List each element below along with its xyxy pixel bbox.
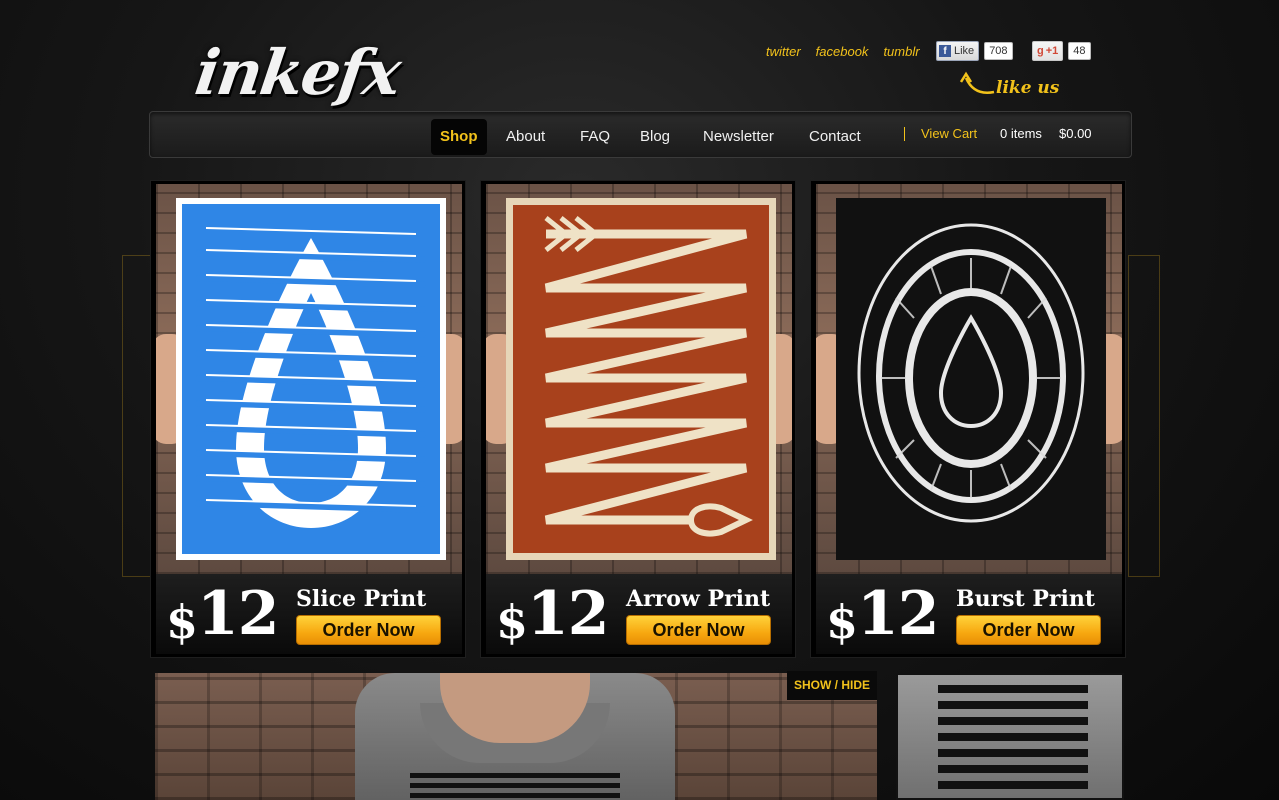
- product-image[interactable]: [486, 184, 792, 574]
- nav-divider: [904, 127, 905, 141]
- like-us-text: like us: [996, 78, 1060, 98]
- tumblr-link[interactable]: tumblr: [883, 44, 919, 59]
- product-name[interactable]: Slice Print: [296, 586, 426, 612]
- curved-arrow-icon: [960, 71, 995, 94]
- product-price: $12: [496, 579, 610, 649]
- facebook-link[interactable]: facebook: [816, 44, 869, 59]
- product-card-burst-print[interactable]: $12 Burst Print Order Now: [810, 180, 1126, 658]
- show-hide-toggle[interactable]: SHOW / HIDE: [787, 671, 877, 700]
- side-product-photo[interactable]: [896, 673, 1124, 800]
- google-plus-icon: g: [1037, 45, 1044, 57]
- hoodie-stripes: [410, 773, 620, 800]
- cart-item-count: 0 items: [1000, 126, 1042, 141]
- product-name[interactable]: Burst Print: [956, 586, 1095, 612]
- nav-shop[interactable]: Shop: [431, 119, 487, 155]
- nav-contact[interactable]: Contact: [800, 119, 870, 155]
- facebook-icon: f: [939, 45, 951, 57]
- nav-faq[interactable]: FAQ: [571, 119, 619, 155]
- google-plus-count: 48: [1068, 42, 1091, 60]
- order-now-button[interactable]: Order Now: [956, 615, 1101, 645]
- nav-about[interactable]: About: [497, 119, 554, 155]
- facebook-like-widget: f Like 708: [936, 41, 1013, 61]
- main-navigation: Shop About FAQ Blog Newsletter Contact: [149, 111, 1132, 158]
- facebook-like-label: Like: [954, 45, 975, 57]
- product-price: $12: [826, 579, 940, 649]
- view-cart-link[interactable]: View Cart: [921, 126, 977, 141]
- product-footer: $12 Arrow Print Order Now: [486, 574, 792, 654]
- cart-total: $0.00: [1059, 126, 1092, 141]
- product-price: $12: [166, 579, 280, 649]
- social-links: twitter facebook tumblr: [766, 44, 935, 59]
- nav-blog[interactable]: Blog: [631, 119, 679, 155]
- shirt-stripes: [938, 685, 1088, 795]
- order-now-button[interactable]: Order Now: [296, 615, 441, 645]
- price-currency: $: [166, 595, 198, 649]
- price-currency: $: [826, 595, 858, 649]
- like-us-callout: like us: [960, 70, 1070, 100]
- arrow-print-poster: [506, 198, 776, 560]
- product-card-arrow-print[interactable]: $12 Arrow Print Order Now: [480, 180, 796, 658]
- decorative-frame-right: [1128, 255, 1160, 577]
- product-card-slice-print[interactable]: $12 Slice Print Order Now: [150, 180, 466, 658]
- price-currency: $: [496, 595, 528, 649]
- price-amount: 12: [527, 579, 609, 649]
- burst-print-poster: [836, 198, 1106, 560]
- slice-print-poster: [176, 198, 446, 560]
- featured-hoodie-photo[interactable]: [155, 673, 877, 800]
- order-now-button[interactable]: Order Now: [626, 615, 771, 645]
- logo-wordmark: inkefx: [190, 36, 404, 109]
- nav-newsletter[interactable]: Newsletter: [694, 119, 783, 155]
- product-name[interactable]: Arrow Print: [626, 586, 770, 612]
- google-plus-button[interactable]: g +1: [1032, 41, 1064, 61]
- google-plus-widget: g +1 48: [1032, 41, 1091, 61]
- facebook-like-button[interactable]: f Like: [936, 41, 980, 61]
- facebook-like-count: 708: [984, 42, 1013, 60]
- product-image[interactable]: [156, 184, 462, 574]
- product-image[interactable]: [816, 184, 1122, 574]
- price-amount: 12: [857, 579, 939, 649]
- google-plus-label: +1: [1045, 45, 1059, 57]
- twitter-link[interactable]: twitter: [766, 44, 801, 59]
- product-footer: $12 Slice Print Order Now: [156, 574, 462, 654]
- product-footer: $12 Burst Print Order Now: [816, 574, 1122, 654]
- price-amount: 12: [197, 579, 279, 649]
